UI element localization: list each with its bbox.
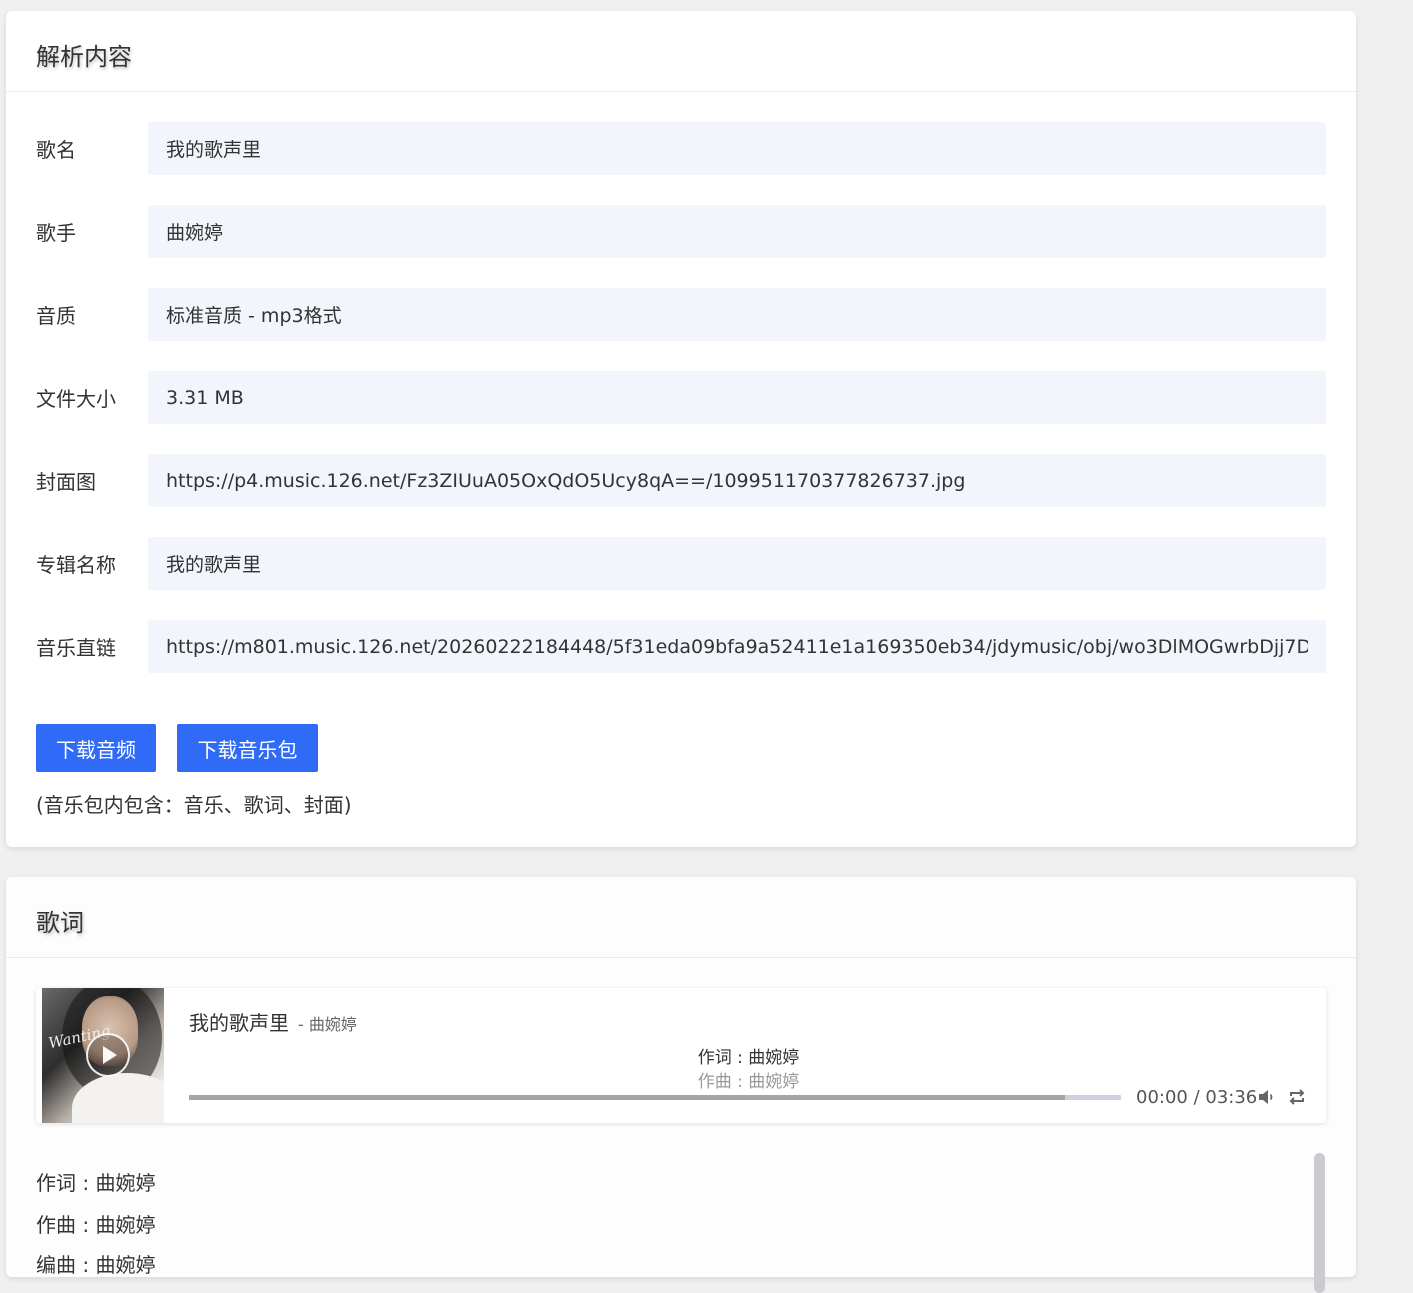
lyric-line: 作曲 : 曲婉婷 bbox=[36, 1213, 156, 1237]
cover-url-input[interactable] bbox=[148, 454, 1326, 507]
play-icon[interactable] bbox=[86, 1033, 130, 1077]
pack-contents-note: (音乐包内包含：音乐、歌词、封面) bbox=[36, 793, 352, 817]
lyric-line: 作词 : 曲婉婷 bbox=[36, 1171, 156, 1195]
player-lyric-current: 作词 : 曲婉婷 bbox=[697, 1048, 800, 1068]
parse-result-card: 解析内容 歌名 歌手 音质 文件大小 封面图 专辑名称 音乐直链 下载音频 下载… bbox=[6, 11, 1356, 847]
time-display: 00:00 / 03:36 bbox=[1136, 1087, 1257, 1108]
song-name-input[interactable] bbox=[148, 122, 1326, 175]
field-label-file-size: 文件大小 bbox=[36, 387, 116, 411]
file-size-input[interactable] bbox=[148, 371, 1326, 424]
artist-input[interactable] bbox=[148, 205, 1326, 258]
lyrics-card-title: 歌词 bbox=[36, 909, 84, 937]
download-audio-button[interactable]: 下载音频 bbox=[36, 724, 156, 772]
field-row-quality: 音质 bbox=[36, 288, 1326, 341]
album-input[interactable] bbox=[148, 537, 1326, 590]
quality-input[interactable] bbox=[148, 288, 1326, 341]
audio-player: Wanting 我的歌声里 - 曲婉婷 作词 : 曲婉婷 作曲 : 曲婉婷 00… bbox=[36, 988, 1326, 1123]
field-row-file-size: 文件大小 bbox=[36, 371, 1326, 424]
progress-bar-fill bbox=[189, 1095, 1066, 1100]
player-artist: - 曲婉婷 bbox=[298, 1015, 357, 1034]
field-label-album: 专辑名称 bbox=[36, 553, 116, 577]
field-row-cover-url: 封面图 bbox=[36, 454, 1326, 507]
current-time: 00:00 bbox=[1136, 1087, 1188, 1108]
lyrics-card: 歌词 Wanting 我的歌声里 - 曲婉婷 作词 : 曲婉婷 作曲 : 曲婉婷… bbox=[6, 877, 1356, 1293]
field-row-song-name: 歌名 bbox=[36, 122, 1326, 175]
lyric-line: 编曲 : 曲婉婷 bbox=[36, 1253, 156, 1277]
field-row-artist: 歌手 bbox=[36, 205, 1326, 258]
direct-link-input[interactable] bbox=[148, 620, 1326, 673]
player-lyric-next: 作曲 : 曲婉婷 bbox=[697, 1072, 800, 1092]
progress-bar[interactable] bbox=[189, 1095, 1121, 1100]
field-row-direct-link: 音乐直链 bbox=[36, 620, 1326, 673]
field-label-artist: 歌手 bbox=[36, 221, 76, 245]
volume-icon[interactable] bbox=[1257, 1087, 1277, 1107]
download-pack-button[interactable]: 下载音乐包 bbox=[177, 724, 318, 772]
field-label-song-name: 歌名 bbox=[36, 138, 76, 162]
field-row-album: 专辑名称 bbox=[36, 537, 1326, 590]
album-cover-image: Wanting bbox=[42, 988, 164, 1123]
lyrics-scrollbar[interactable] bbox=[1314, 1153, 1325, 1293]
field-label-quality: 音质 bbox=[36, 304, 76, 328]
time-separator: / bbox=[1187, 1087, 1206, 1108]
field-label-cover-url: 封面图 bbox=[36, 470, 96, 494]
loop-icon[interactable] bbox=[1287, 1087, 1307, 1107]
parse-card-header: 解析内容 bbox=[6, 11, 1356, 92]
field-label-direct-link: 音乐直链 bbox=[36, 636, 116, 660]
parse-card-title: 解析内容 bbox=[36, 43, 132, 71]
total-time: 03:36 bbox=[1205, 1087, 1258, 1108]
lyrics-card-header: 歌词 bbox=[6, 877, 1356, 958]
player-song-title: 我的歌声里 bbox=[189, 1011, 289, 1035]
